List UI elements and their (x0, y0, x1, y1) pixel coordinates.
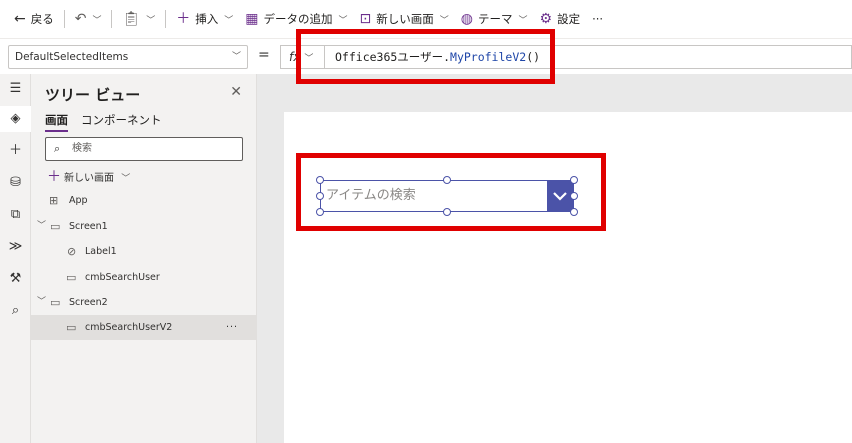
chevron-down-icon: ﹀ (37, 221, 47, 231)
node-label: Screen1 (69, 221, 108, 232)
highlight-box-combo (296, 153, 606, 231)
more-label: ··· (592, 12, 604, 26)
back-label: 戻る (30, 12, 54, 26)
tree-search-input[interactable]: ⌕ 検索 (45, 137, 243, 161)
new-screen-label: 新しい画面 (64, 173, 114, 184)
tree-view-panel: ツリー ビュー ✕ 画面 コンポーネント ⌕ 検索 ＋新しい画面 ﹀ ⊞ App… (31, 74, 257, 443)
undo-icon: ↶ (74, 11, 87, 27)
combobox-icon: ▭ (66, 271, 77, 284)
screen-icon: ▭ (50, 220, 61, 233)
media-icon[interactable]: ⧉ (0, 202, 31, 228)
node-label: Screen2 (69, 297, 108, 308)
tree-node-label1[interactable]: ⊘ Label1 (31, 239, 256, 264)
search-placeholder: 検索 (72, 143, 92, 154)
tab-screens[interactable]: 画面 (45, 112, 68, 132)
node-label: cmbSearchUser (85, 272, 160, 283)
new-screen-label: 新しい画面 (376, 12, 434, 26)
divider (63, 10, 65, 28)
property-selector[interactable]: DefaultSelectedItems ﹀ (8, 45, 248, 69)
gear-icon: ⚙ (539, 11, 553, 27)
chevron-down-icon: ﹀ (37, 297, 47, 307)
tab-components[interactable]: コンポーネント (81, 112, 162, 128)
layers-icon[interactable]: ◈ (0, 106, 31, 132)
chevron-down-icon: ﹀ (92, 15, 102, 26)
tree-node-cmbsearchuser[interactable]: ▭ cmbSearchUser (31, 265, 256, 290)
settings-label: 設定 (557, 12, 581, 26)
plus-icon: ＋ (176, 11, 191, 27)
node-label: Label1 (85, 246, 117, 257)
more-commands-button[interactable]: ··· (586, 0, 609, 38)
back-button[interactable]: ← 戻る (8, 0, 60, 38)
chevron-down-icon: ﹀ (338, 15, 348, 26)
add-data-label: データの追加 (263, 12, 333, 26)
divider (165, 10, 167, 28)
insert-label: 挿入 (195, 12, 219, 26)
chevron-down-icon: ﹀ (224, 15, 234, 26)
plus-icon: ＋ (47, 169, 61, 185)
left-rail: ☰ ◈ ＋ ⛁ ⧉ ≫ ⚒ ⌕ (0, 74, 31, 443)
chevron-down-icon: ﹀ (231, 52, 241, 62)
highlight-box-formula (296, 29, 555, 84)
node-label: cmbSearchUserV2 (85, 322, 173, 333)
divider (111, 10, 113, 28)
chevron-down-icon: ﹀ (146, 15, 156, 26)
screen-icon: ▭ (50, 296, 61, 309)
power-automate-icon[interactable]: ≫ (0, 234, 31, 260)
tree-node-screen2[interactable]: ﹀ ▭ Screen2 (31, 290, 256, 315)
arrow-left-icon: ← (14, 11, 26, 27)
chevron-down-icon: ﹀ (439, 15, 449, 26)
property-value: DefaultSelectedItems (15, 51, 129, 63)
paste-button[interactable]: 📋︎ ﹀ (116, 0, 161, 38)
more-options-icon[interactable]: ··· (226, 315, 238, 340)
insert-button[interactable]: ＋ 挿入 ﹀ (170, 0, 239, 38)
node-label: App (69, 195, 88, 206)
hamburger-icon[interactable]: ☰ (0, 76, 31, 102)
tree-view-title: ツリー ビュー (45, 86, 141, 104)
undo-button[interactable]: ↶ ﹀ (69, 0, 108, 38)
close-icon[interactable]: ✕ (230, 84, 242, 100)
search-icon: ⌕ (54, 142, 61, 155)
app-icon: ⊞ (49, 194, 59, 207)
plus-icon[interactable]: ＋ (0, 138, 31, 164)
chevron-down-icon: ﹀ (121, 174, 131, 184)
theme-label: テーマ (478, 12, 513, 26)
new-screen-icon: ⊡ (359, 11, 372, 27)
tree-node-screen1[interactable]: ﹀ ▭ Screen1 (31, 214, 256, 239)
new-screen-link[interactable]: ＋新しい画面 ﹀ (47, 166, 130, 186)
equals-sign: = (258, 47, 270, 63)
chevron-down-icon: ﹀ (518, 15, 528, 26)
tree-node-cmbsearchuserv2[interactable]: ▭ cmbSearchUserV2 ··· (31, 315, 256, 340)
database-icon[interactable]: ⛁ (0, 170, 31, 196)
tools-icon[interactable]: ⚒ (0, 266, 31, 292)
palette-icon: ◍ (460, 11, 474, 27)
label-icon: ⊘ (67, 245, 77, 258)
combobox-icon: ▭ (66, 321, 77, 334)
clipboard-icon: 📋︎ (122, 11, 141, 27)
tree-node-app[interactable]: ⊞ App (31, 188, 256, 213)
search-icon[interactable]: ⌕ (0, 298, 31, 324)
database-icon: ▦ (245, 11, 259, 27)
